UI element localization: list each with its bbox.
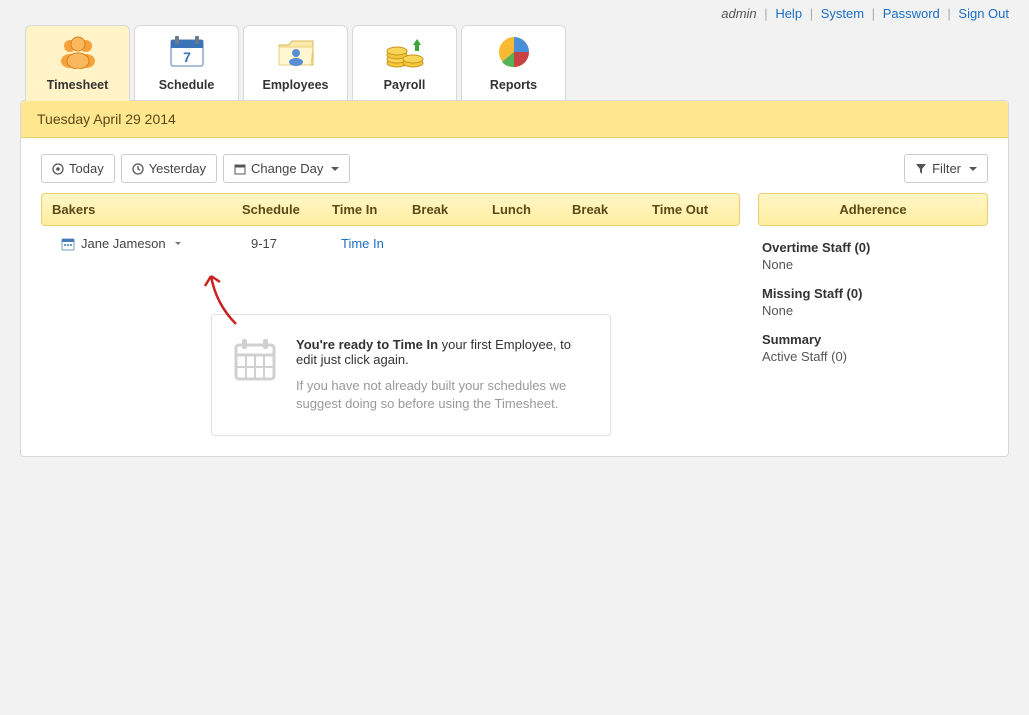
filter-label: Filter [932,161,961,176]
time-in-link[interactable]: Time In [341,236,384,251]
yesterday-button[interactable]: Yesterday [121,154,217,183]
employee-dropdown[interactable]: Jane Jameson [61,236,181,251]
change-day-label: Change Day [251,161,323,176]
time-out-cell [651,236,730,254]
callout-line1: You're ready to Time In your first Emplo… [296,337,586,367]
yesterday-label: Yesterday [149,161,206,176]
calendar-tiny-icon [61,237,75,251]
adherence-header: Adherence [758,193,988,226]
missing-value: None [762,303,984,318]
tab-timesheet[interactable]: Timesheet [25,25,130,101]
header-group: Bakers [42,194,232,225]
caret-down-icon [969,167,977,171]
header-break2: Break [562,194,642,225]
time-icon [132,163,144,175]
system-link[interactable]: System [821,6,864,21]
main-panel: Tuesday April 29 2014 Today Yesterday Ch… [20,100,1009,457]
employee-name-label: Jane Jameson [81,236,166,251]
header-time-in: Time In [322,194,402,225]
tab-reports[interactable]: Reports [461,25,566,101]
timesheet-table-header: Bakers Schedule Time In Break Lunch Brea… [41,193,740,226]
caret-down-icon [175,242,181,245]
tab-schedule-label: Schedule [139,78,234,92]
filter-icon [915,163,927,175]
tab-payroll[interactable]: Payroll [352,25,457,101]
sign-out-link[interactable]: Sign Out [958,6,1009,21]
header-time-out: Time Out [642,194,739,225]
table-row: Jane Jameson 9-17 Time In [41,226,740,264]
tab-reports-label: Reports [466,78,561,92]
header-break: Break [402,194,482,225]
tab-employees[interactable]: Employees [243,25,348,101]
overtime-heading: Overtime Staff (0) [762,240,984,255]
header-schedule: Schedule [232,194,322,225]
target-icon [52,163,64,175]
arrow-annotation-icon [196,264,256,334]
lunch-cell [491,236,571,254]
calendar-icon: 7 [139,32,234,72]
help-callout: You're ready to Time In your first Emplo… [211,314,611,436]
tab-employees-label: Employees [248,78,343,92]
tab-timesheet-label: Timesheet [30,78,125,92]
summary-heading: Summary [762,332,984,347]
callout-bold: You're ready to Time In [296,337,438,352]
today-button[interactable]: Today [41,154,115,183]
top-bar: admin | Help | System | Password | Sign … [0,0,1029,25]
date-banner: Tuesday April 29 2014 [21,101,1008,138]
missing-heading: Missing Staff (0) [762,286,984,301]
svg-text:7: 7 [183,49,191,65]
change-day-button[interactable]: Change Day [223,154,350,183]
today-label: Today [69,161,104,176]
coins-icon [357,32,452,72]
break2-cell [571,236,651,254]
toolbar: Today Yesterday Change Day Filter [21,138,1008,193]
calendar-small-icon [234,163,246,175]
calendar-large-icon [232,337,278,413]
schedule-cell: 9-17 [241,236,331,254]
overtime-value: None [762,257,984,272]
tab-schedule[interactable]: 7 Schedule [134,25,239,101]
header-lunch: Lunch [482,194,562,225]
people-icon [30,32,125,72]
tab-payroll-label: Payroll [357,78,452,92]
pie-chart-icon [466,32,561,72]
caret-down-icon [331,167,339,171]
main-tabs: Timesheet 7 Schedule Employees [25,25,1029,101]
folder-person-icon [248,32,343,72]
break1-cell [411,236,491,254]
password-link[interactable]: Password [883,6,940,21]
current-user: admin [721,6,756,21]
help-link[interactable]: Help [775,6,802,21]
summary-value: Active Staff (0) [762,349,984,364]
filter-button[interactable]: Filter [904,154,988,183]
callout-line2: If you have not already built your sched… [296,377,586,413]
